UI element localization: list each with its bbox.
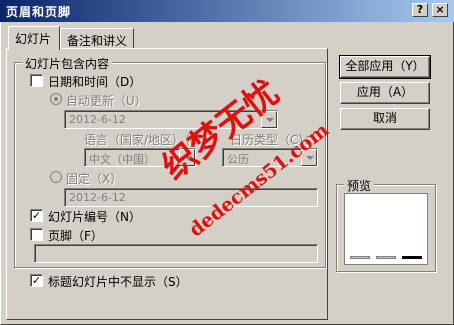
footer-label[interactable]: 页脚（F） (48, 227, 103, 244)
preview-label: 预览 (344, 177, 375, 194)
hide-on-title-label[interactable]: 标题幻灯片中不显示（S） (48, 273, 188, 290)
close-button[interactable]: × (432, 3, 448, 17)
slide-number-label[interactable]: 幻灯片编号（N） (48, 208, 141, 225)
slide-number-checkbox[interactable]: ✓ (30, 209, 43, 222)
preview-thumbnail (344, 193, 428, 265)
help-button[interactable]: ? (412, 3, 428, 17)
auto-update-radio[interactable] (50, 93, 62, 105)
title-bar: 页眉和页脚 ? × (0, 0, 454, 22)
tab-slide-label: 幻灯片 (15, 32, 52, 46)
cancel-button[interactable]: 取消 (340, 108, 430, 130)
fixed-date-value: 2012-6-12 (69, 191, 126, 204)
language-value: 中文（中国） (89, 153, 155, 166)
slide-content-group-label: 幻灯片包含内容 (22, 55, 113, 72)
preview-footer-placeholder (376, 256, 396, 259)
calendar-type-value: 公历 (227, 153, 249, 166)
tab-notes-label: 备注和讲义 (67, 34, 128, 48)
preview-date-placeholder (350, 256, 370, 259)
tab-slide[interactable]: 幻灯片 (8, 26, 60, 50)
footer-text-field[interactable] (34, 244, 318, 263)
fixed-radio[interactable] (50, 171, 62, 183)
preview-number-placeholder (402, 256, 422, 259)
auto-update-date-value: 2012-6-12 (69, 113, 126, 126)
tab-notes-handouts[interactable]: 备注和讲义 (60, 28, 134, 48)
footer-checkbox[interactable] (30, 228, 43, 241)
apply-all-button[interactable]: 全部应用（Y） (339, 55, 431, 79)
window-title: 页眉和页脚 (6, 5, 72, 19)
fixed-date-field[interactable]: 2012-6-12 (64, 188, 318, 207)
fixed-label[interactable]: 固定（X） (66, 170, 122, 187)
date-time-label[interactable]: 日期和时间（D） (48, 73, 141, 90)
hide-on-title-checkbox[interactable]: ✓ (30, 274, 43, 287)
apply-button[interactable]: 应用（A） (340, 82, 430, 104)
auto-update-label[interactable]: 自动更新（U） (66, 92, 147, 109)
date-time-checkbox[interactable] (30, 74, 43, 87)
